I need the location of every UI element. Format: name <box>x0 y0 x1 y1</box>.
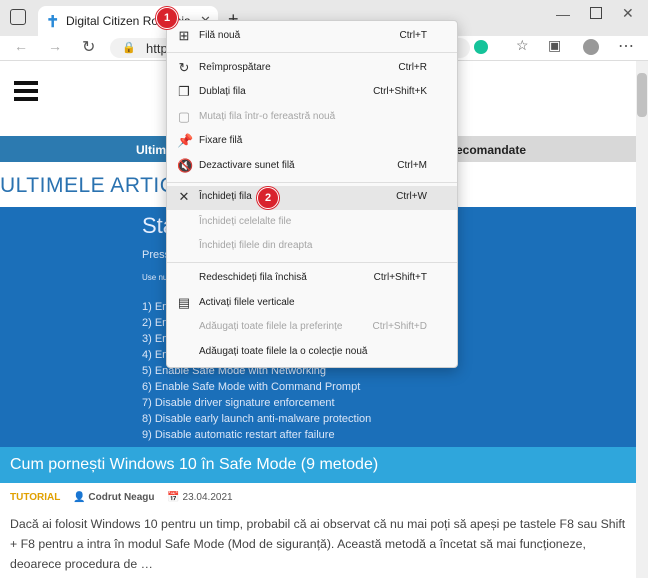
menu-item-pin-tab[interactable]: 📌 Fixare filă <box>167 130 457 154</box>
close-icon: ✕ <box>178 189 190 204</box>
hero-item: 7) Disable driver signature enforcement <box>142 397 335 409</box>
hero-item: 6) Enable Safe Mode with Command Prompt <box>142 381 361 393</box>
section-title: ULTIMELE ARTICO <box>0 174 193 197</box>
menu-item-add-all-to-favorites: Adăugați toate filele la preferințe Ctrl… <box>199 321 427 332</box>
menu-item-refresh[interactable]: ↻ Reîmprospătare Ctrl+R <box>167 57 457 81</box>
nav-recommended-label: ecomandate <box>456 143 527 157</box>
back-icon[interactable]: ← <box>14 38 28 54</box>
site-favicon-icon: ✝ <box>46 14 60 31</box>
menu-item-close-other-tabs: Închideți celelalte file <box>199 216 292 227</box>
hero-item: 8) Disable early launch anti-malware pro… <box>142 413 372 425</box>
menu-item-move-to-new-window: ▢ Mutați fila într-o fereastră nouă <box>177 109 336 124</box>
duplicate-icon: ❐ <box>178 84 190 99</box>
favorites-icon[interactable]: ☆ <box>516 37 529 54</box>
menu-separator <box>167 262 457 263</box>
category-tag[interactable]: TUTORIAL <box>10 492 60 503</box>
lock-icon: 🔒 <box>122 42 136 54</box>
publish-date: 23.04.2021 <box>182 492 233 503</box>
article-excerpt: Dacă ai folosit Windows 10 pentru un tim… <box>10 517 626 571</box>
maximize-icon[interactable] <box>590 7 602 19</box>
forward-icon[interactable]: → <box>48 38 62 54</box>
menu-item-new-tab[interactable]: ⊞ Filă nouă Ctrl+T <box>167 25 457 49</box>
hamburger-menu-icon[interactable] <box>14 81 38 101</box>
minimize-icon[interactable]: — <box>556 6 570 22</box>
callout-badge-2: 2 <box>257 187 279 209</box>
menu-item-duplicate-tab[interactable]: ❐ Dublați fila Ctrl+Shift+K <box>167 81 457 105</box>
menu-item-vertical-tabs[interactable]: ▤ Activați filele verticale <box>167 292 457 316</box>
article-meta: TUTORIAL 👤 Codrut Neagu 📅 23.04.2021 <box>10 492 233 503</box>
hero-item: 9) Disable automatic restart after failu… <box>142 429 335 441</box>
profile-avatar[interactable] <box>583 39 599 55</box>
article-title-link[interactable]: Cum pornești Windows 10 în Safe Mode (9 … <box>0 447 636 483</box>
menu-item-add-all-to-collection[interactable]: Adăugați toate filele la o colecție nouă <box>167 341 457 365</box>
menu-item-mute-tab[interactable]: 🔇 Dezactivare sunet filă Ctrl+M <box>167 155 457 179</box>
tab-actions-icon[interactable] <box>10 9 26 25</box>
scrollbar-thumb[interactable] <box>637 73 647 117</box>
menu-item-close-tab[interactable]: ✕ Închideți fila Ctrl+W <box>167 186 457 210</box>
new-tab-icon: ⊞ <box>178 28 190 43</box>
refresh-icon[interactable]: ↻ <box>82 37 95 57</box>
calendar-icon: 📅 <box>167 492 180 503</box>
menu-item-close-tabs-right: Închideți filele din dreapta <box>199 240 313 251</box>
grammarly-icon[interactable] <box>474 40 488 54</box>
menu-separator <box>167 52 457 53</box>
menu-separator <box>167 182 457 183</box>
mute-icon: 🔇 <box>177 158 194 173</box>
vertical-scrollbar[interactable] <box>636 61 648 578</box>
article-title: Cum pornești Windows 10 în Safe Mode (9 … <box>10 456 379 473</box>
vertical-tabs-icon: ▤ <box>177 295 191 310</box>
pin-icon: 📌 <box>177 133 194 148</box>
menu-item-reopen-closed-tab[interactable]: Redeschideți fila închisă Ctrl+Shift+T <box>167 267 457 291</box>
callout-badge-1: 1 <box>156 7 178 29</box>
address-text: http <box>146 41 168 56</box>
author-name[interactable]: Codrut Neagu <box>88 492 154 503</box>
new-window-icon: ▢ <box>177 109 191 124</box>
author-icon: 👤 <box>73 492 86 503</box>
refresh-icon: ↻ <box>178 60 190 75</box>
more-options-icon[interactable]: ⋯ <box>618 36 634 56</box>
tab-context-menu: ⊞ Filă nouă Ctrl+T ↻ Reîmprospătare Ctrl… <box>166 20 458 368</box>
close-window-icon[interactable]: ✕ <box>622 5 634 22</box>
hero-line-2: Use nu <box>142 273 168 282</box>
collections-icon[interactable]: ▣ <box>548 37 561 54</box>
